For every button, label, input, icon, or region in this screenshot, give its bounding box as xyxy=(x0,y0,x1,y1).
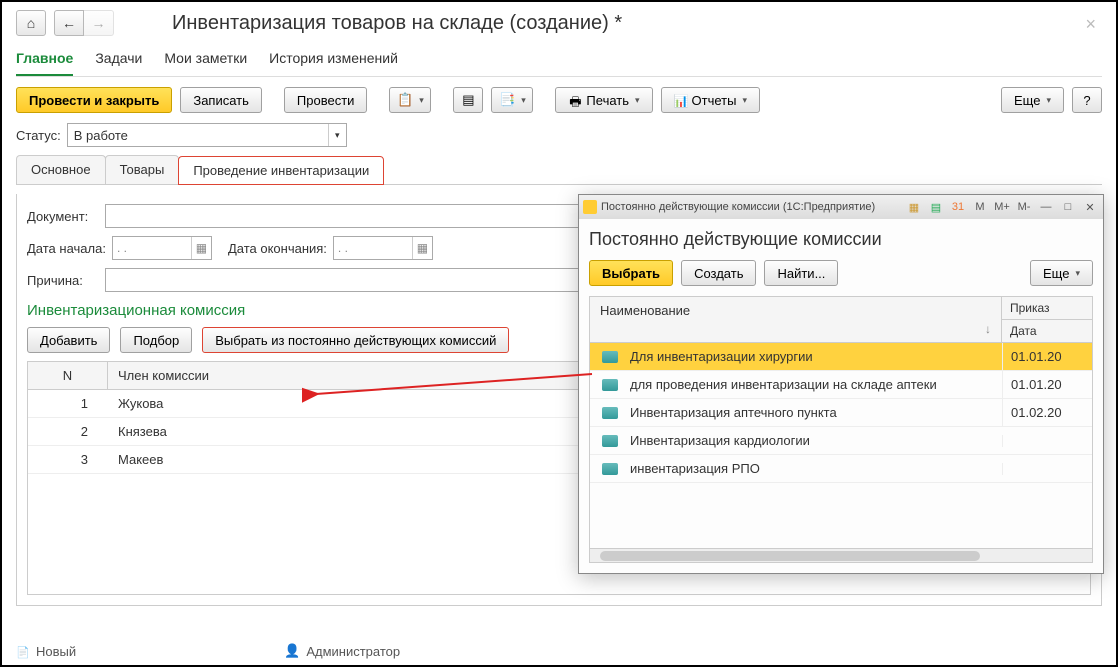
date-end-label: Дата окончания: xyxy=(228,241,327,256)
doc-tab-inventory[interactable]: Проведение инвентаризации xyxy=(178,156,384,185)
reason-label: Причина: xyxy=(27,273,99,288)
user-icon: 👤 xyxy=(284,643,300,659)
item-date: 01.01.20 xyxy=(1002,371,1092,398)
select-permanent-button[interactable]: Выбрать из постоянно действующих комисси… xyxy=(202,327,509,353)
date-start-label: Дата начала: xyxy=(27,241,106,256)
tb-m[interactable]: M xyxy=(971,199,989,215)
status-new: Новый xyxy=(16,644,76,659)
list-item[interactable]: Для инвентаризации хирургии01.01.20 xyxy=(590,343,1092,371)
select-button[interactable]: Подбор xyxy=(120,327,192,353)
tab-tasks[interactable]: Задачи xyxy=(95,46,142,76)
popup-heading: Постоянно действующие комиссии xyxy=(589,229,1093,250)
print-button[interactable]: Печать▾ xyxy=(555,87,652,113)
item-icon xyxy=(602,379,618,391)
basis-button[interactable]: 📋▾ xyxy=(389,87,431,113)
maximize-icon[interactable]: □ xyxy=(1059,199,1077,215)
cell-n: 1 xyxy=(28,390,108,417)
item-icon xyxy=(602,463,618,475)
doc-tab-goods[interactable]: Товары xyxy=(105,155,180,184)
popup-more-button[interactable]: Еще▾ xyxy=(1030,260,1093,286)
find-button[interactable]: Найти... xyxy=(764,260,838,286)
item-date xyxy=(1002,463,1092,475)
reports-button[interactable]: Отчеты▾ xyxy=(661,87,760,113)
cell-n: 2 xyxy=(28,418,108,445)
back-button[interactable]: ← xyxy=(54,10,84,36)
item-name: для проведения инвентаризации на складе … xyxy=(626,371,1002,398)
choose-button[interactable]: Выбрать xyxy=(589,260,673,286)
horizontal-scrollbar[interactable] xyxy=(590,548,1092,562)
post-button[interactable]: Провести xyxy=(284,87,368,113)
commission-popup: Постоянно действующие комиссии (1С:Предп… xyxy=(578,194,1104,574)
home-button[interactable]: ⌂ xyxy=(16,10,46,36)
status-label: Статус: xyxy=(16,128,61,143)
item-icon xyxy=(602,351,618,363)
item-icon xyxy=(602,407,618,419)
tb-icon-3[interactable]: 31 xyxy=(949,199,967,215)
post-close-button[interactable]: Провести и закрыть xyxy=(16,87,172,113)
add-button[interactable]: Добавить xyxy=(27,327,110,353)
tab-main[interactable]: Главное xyxy=(16,46,73,76)
col-n[interactable]: N xyxy=(28,362,108,389)
tb-icon-2[interactable]: ▤ xyxy=(927,199,945,215)
item-date: 01.02.20 xyxy=(1002,399,1092,426)
calendar-icon[interactable]: ▦ xyxy=(412,237,432,259)
list-item[interactable]: для проведения инвентаризации на складе … xyxy=(590,371,1092,399)
sort-down-icon: ↓ xyxy=(985,322,991,336)
list-icon-button[interactable]: ▤ xyxy=(453,87,483,113)
tb-mminus[interactable]: M- xyxy=(1015,199,1033,215)
item-icon xyxy=(602,435,618,447)
item-date xyxy=(1002,435,1092,447)
status-user: 👤 Администратор xyxy=(284,643,400,659)
close-icon[interactable]: ✕ xyxy=(1081,199,1099,215)
more-button[interactable]: Еще▾ xyxy=(1001,87,1064,113)
date-start-input[interactable]: . . ▦ xyxy=(112,236,212,260)
calendar-icon[interactable]: ▦ xyxy=(191,237,211,259)
document-icon xyxy=(16,644,30,658)
create-button[interactable]: Создать xyxy=(681,260,756,286)
tab-notes[interactable]: Мои заметки xyxy=(164,46,247,76)
popup-window-title: Постоянно действующие комиссии (1С:Предп… xyxy=(601,201,901,213)
save-button[interactable]: Записать xyxy=(180,87,262,113)
list-item[interactable]: Инвентаризация кардиологии xyxy=(590,427,1092,455)
item-name: Инвентаризация кардиологии xyxy=(626,427,1002,454)
tb-icon-1[interactable]: ▦ xyxy=(905,199,923,215)
date-end-input[interactable]: . . ▦ xyxy=(333,236,433,260)
list-item[interactable]: Инвентаризация аптечного пункта01.02.20 xyxy=(590,399,1092,427)
document-label: Документ: xyxy=(27,209,99,224)
page-title: Инвентаризация товаров на складе (создан… xyxy=(172,12,622,35)
app-icon xyxy=(583,200,597,214)
item-name: Для инвентаризации хирургии xyxy=(626,343,1002,370)
popup-col-order[interactable]: Приказ Дата xyxy=(1002,297,1092,342)
item-name: инвентаризация РПО xyxy=(626,455,1002,482)
chevron-down-icon: ▾ xyxy=(328,124,346,146)
minimize-icon[interactable]: — xyxy=(1037,199,1055,215)
doc-dropdown-button[interactable]: 📑▾ xyxy=(491,87,533,113)
nav-tabs: Главное Задачи Мои заметки История измен… xyxy=(16,46,1102,77)
tb-mplus[interactable]: M+ xyxy=(993,199,1011,215)
cell-n: 3 xyxy=(28,446,108,473)
status-select[interactable]: В работе ▾ xyxy=(67,123,347,147)
close-icon[interactable]: × xyxy=(1085,14,1096,35)
forward-button: → xyxy=(84,10,114,36)
report-icon xyxy=(674,93,688,107)
popup-col-name[interactable]: Наименование ↓ xyxy=(590,297,1002,342)
printer-icon xyxy=(568,93,582,107)
item-name: Инвентаризация аптечного пункта xyxy=(626,399,1002,426)
list-item[interactable]: инвентаризация РПО xyxy=(590,455,1092,483)
doc-tab-main[interactable]: Основное xyxy=(16,155,106,184)
help-button[interactable]: ? xyxy=(1072,87,1102,113)
tab-history[interactable]: История изменений xyxy=(269,46,398,76)
item-date: 01.01.20 xyxy=(1002,343,1092,370)
